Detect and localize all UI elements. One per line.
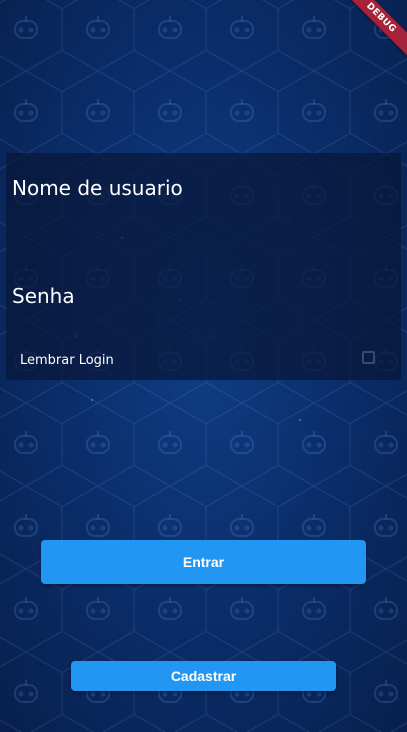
debug-ribbon-label: DEBUG [339,0,407,60]
register-button[interactable]: Cadastrar [71,661,336,691]
remember-login-label: Lembrar Login [20,353,114,368]
password-field[interactable]: Senha [12,284,75,308]
remember-login-checkbox[interactable] [362,351,375,364]
debug-banner: DEBUG [337,0,407,70]
login-button[interactable]: Entrar [41,540,366,584]
username-field[interactable]: Nome de usuario [12,176,183,200]
